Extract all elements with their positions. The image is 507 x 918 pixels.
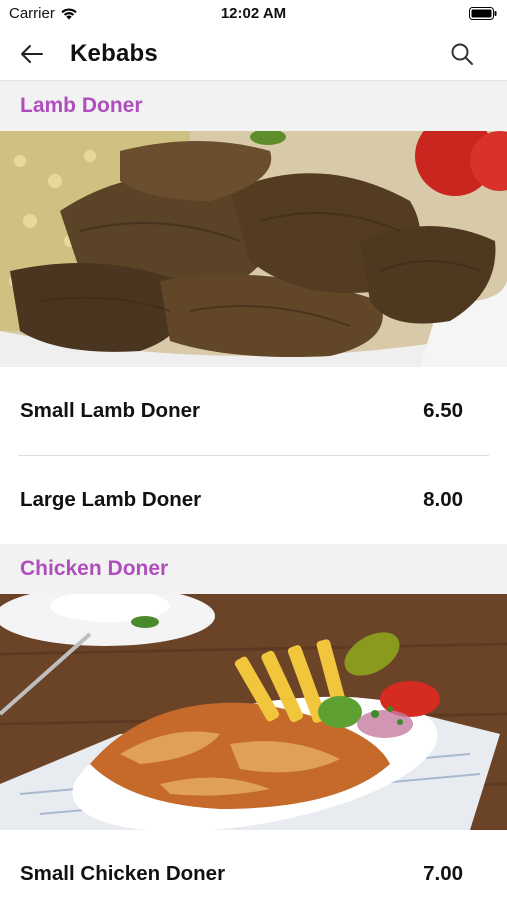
battery-icon [469,7,497,20]
page-title: Kebabs [70,40,158,67]
menu-item-price: 8.00 [423,488,463,511]
section-header-chicken-doner: Chicken Doner [0,544,507,594]
lamb-doner-photo [0,131,507,367]
menu-item-large-lamb-doner[interactable]: Large Lamb Doner 8.00 [0,456,507,544]
menu-item-name: Small Lamb Doner [20,399,200,422]
section-title: Chicken Doner [20,557,169,580]
menu-item-small-chicken-doner[interactable]: Small Chicken Doner 7.00 [0,830,507,918]
navigation-bar: Kebabs [0,28,507,81]
back-arrow-icon[interactable] [18,40,46,68]
status-bar: Carrier 12:02 AM [0,0,507,28]
section-header-lamb-doner: Lamb Doner [0,81,507,131]
menu-item-small-lamb-doner[interactable]: Small Lamb Doner 6.50 [0,367,507,455]
chicken-doner-photo [0,594,507,830]
menu-item-name: Small Chicken Doner [20,862,226,885]
section-title: Lamb Doner [20,94,143,117]
menu-item-name: Large Lamb Doner [20,488,202,511]
status-time: 12:02 AM [220,5,287,22]
menu-item-price: 6.50 [423,399,463,422]
menu-item-price: 7.00 [423,862,463,885]
search-icon[interactable] [449,41,475,67]
